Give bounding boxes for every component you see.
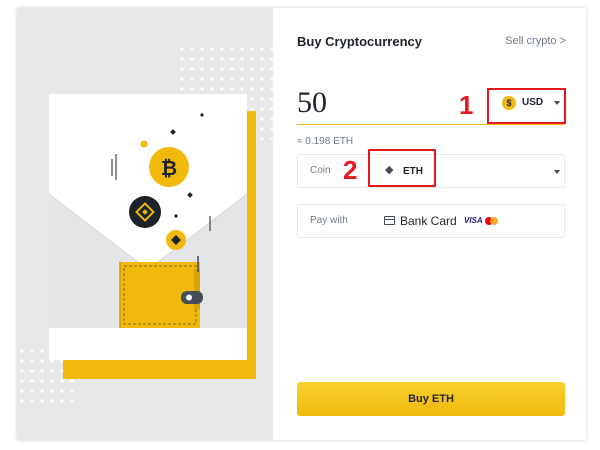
buy-form: Buy Cryptocurrency Sell crypto > $ USD 1… (273, 8, 586, 440)
coin-field[interactable]: Coin ◆ ETH (297, 149, 565, 188)
pay-with-label: Pay with (310, 215, 348, 226)
svg-text:₿: ₿ (161, 156, 177, 180)
annotation-marker-1: 1 (459, 90, 474, 120)
annotation-marker-2: 2 (343, 155, 358, 185)
currency-dropdown[interactable]: $ USD (485, 88, 566, 124)
wallet-illustration: ₿ (49, 113, 247, 328)
mastercard-logo-overlap (490, 217, 498, 225)
amount-input[interactable] (297, 86, 477, 120)
sell-crypto-link[interactable]: Sell crypto > (505, 35, 566, 47)
coin-selected-label: ETH (403, 166, 423, 177)
dollar-coin-icon: $ (502, 96, 516, 110)
amount-row: $ USD (297, 86, 566, 125)
conversion-estimate: ≈ 0.198 ETH (297, 136, 354, 147)
caret-down-icon (554, 101, 560, 105)
illustration-panel: ₿ (17, 8, 273, 440)
currency-label: USD (522, 97, 544, 108)
coin-label: Coin (310, 165, 331, 176)
buy-crypto-widget: ₿ Buy Cryptocurrency Sell crypto > $ USD (17, 8, 586, 440)
pay-with-field[interactable]: Pay with Bank Card VISA (297, 204, 565, 238)
page-title: Buy Cryptocurrency (297, 34, 422, 49)
payment-method-value: Bank Card (400, 214, 457, 228)
visa-logo: VISA (464, 216, 483, 225)
ethereum-icon: ◆ (385, 164, 394, 176)
coin-dropdown[interactable]: ◆ ETH (368, 149, 438, 187)
buy-eth-button[interactable]: Buy ETH (297, 382, 565, 416)
caret-down-icon[interactable] (554, 170, 560, 174)
highlight-box-2 (368, 149, 436, 187)
credit-card-icon (384, 216, 395, 225)
